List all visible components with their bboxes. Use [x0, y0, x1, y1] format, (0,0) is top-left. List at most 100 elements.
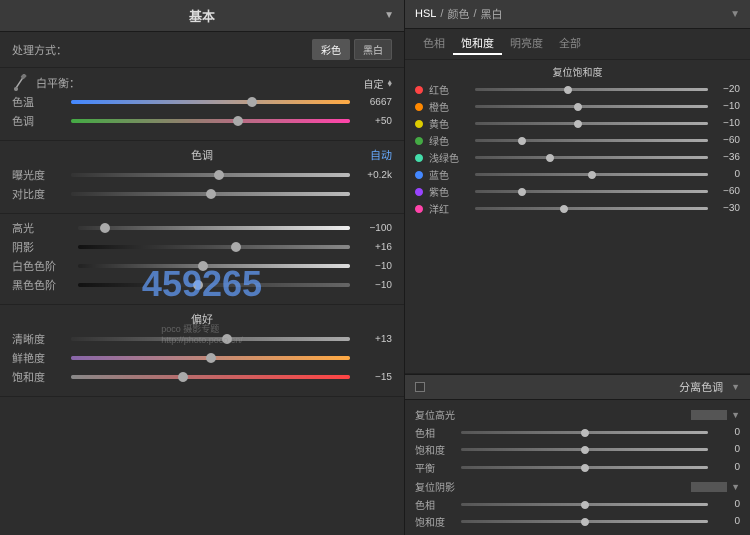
shadows-reset-btn[interactable]	[691, 482, 727, 492]
slider-row: 鲜艳度	[12, 350, 392, 366]
hsl-track[interactable]	[475, 122, 708, 125]
slider-track[interactable]	[78, 264, 350, 268]
hsl-thumb[interactable]	[560, 205, 568, 213]
eyedropper-icon[interactable]	[12, 74, 30, 92]
split-thumb[interactable]	[581, 446, 589, 454]
slider-track[interactable]	[71, 337, 350, 341]
slider-thumb[interactable]	[198, 261, 208, 271]
slider-thumb[interactable]	[214, 170, 224, 180]
sep1: /	[440, 8, 443, 20]
hsl-track[interactable]	[475, 139, 708, 142]
hsl-track[interactable]	[475, 105, 708, 108]
hsl-tab-row: 色相饱和度明亮度全部	[405, 29, 750, 60]
slider-label: 对比度	[12, 186, 67, 202]
split-slider-label: 饱和度	[415, 442, 457, 457]
left-panel: 基本 ▼ 459265 poco 摄影专题 http://photo.poco.…	[0, 0, 405, 535]
split-value: 0	[712, 499, 740, 510]
slider-thumb[interactable]	[178, 372, 188, 382]
balance-track[interactable]	[461, 466, 708, 469]
slider-thumb[interactable]	[206, 353, 216, 363]
pref-title: 偏好	[191, 311, 213, 327]
slider-track[interactable]	[71, 375, 350, 379]
shadows-arrow[interactable]: ▼	[731, 482, 740, 492]
slider-track[interactable]	[71, 356, 350, 360]
hsl-thumb[interactable]	[574, 120, 582, 128]
slider-track[interactable]	[71, 100, 350, 104]
hsl-slider-row: 蓝色 0	[415, 167, 740, 182]
split-thumb[interactable]	[581, 429, 589, 437]
hsl-thumb[interactable]	[518, 188, 526, 196]
left-panel-title: 基本	[189, 6, 215, 25]
hsl-label[interactable]: HSL	[415, 8, 436, 20]
slider-thumb[interactable]	[193, 280, 203, 290]
hsl-value: −60	[712, 186, 740, 197]
slider-row: 清晰度 +13	[12, 331, 392, 347]
slider-row: 白色色阶 −10	[12, 258, 392, 274]
bw-label[interactable]: 黑白	[481, 6, 503, 22]
hsl-track[interactable]	[475, 156, 708, 159]
slider-track[interactable]	[78, 283, 350, 287]
slider-track[interactable]	[78, 226, 350, 230]
split-tone-header: 分离色调 ▼	[405, 374, 750, 400]
hsl-header: HSL / 颜色 / 黑白 ▼	[405, 0, 750, 29]
slider-thumb[interactable]	[100, 223, 110, 233]
color-dot	[415, 205, 423, 213]
wb-arrow[interactable]: ⬧	[388, 78, 393, 89]
hsl-thumb[interactable]	[564, 86, 572, 94]
color-label[interactable]: 颜色	[447, 6, 469, 22]
shadows-row: 复位阴影 ▼	[415, 479, 740, 494]
tab-item[interactable]: 色相	[415, 33, 453, 55]
balance-thumb[interactable]	[581, 464, 589, 472]
slider-thumb[interactable]	[231, 242, 241, 252]
auto-button[interactable]: 自动	[370, 147, 392, 163]
hsl-thumb[interactable]	[518, 137, 526, 145]
bw-mode-button[interactable]: 黑白	[354, 39, 392, 60]
slider-thumb[interactable]	[222, 334, 232, 344]
hsl-thumb[interactable]	[574, 103, 582, 111]
tab-item[interactable]: 全部	[551, 33, 589, 55]
split-track[interactable]	[461, 431, 708, 434]
slider-track[interactable]	[78, 245, 350, 249]
hsl-track[interactable]	[475, 190, 708, 193]
slider-thumb[interactable]	[206, 189, 216, 199]
slider-row: 对比度	[12, 186, 392, 202]
tab-item[interactable]: 明亮度	[502, 33, 551, 55]
slider-track[interactable]	[71, 119, 350, 123]
hsl-slider-label: 橙色	[429, 99, 471, 114]
right-header-arrow[interactable]: ▼	[730, 9, 740, 20]
slider-value: −100	[354, 223, 392, 234]
left-panel-arrow[interactable]: ▼	[384, 10, 394, 21]
split-thumb[interactable]	[581, 501, 589, 509]
highlights-reset-btn[interactable]	[691, 410, 727, 420]
split-tone-toggle[interactable]	[415, 382, 425, 392]
slider-track[interactable]	[71, 173, 350, 177]
hsl-track[interactable]	[475, 88, 708, 91]
hsl-value: −20	[712, 84, 740, 95]
hsl-slider-row: 黄色 −10	[415, 116, 740, 131]
slider-value: −15	[354, 372, 392, 383]
split-track[interactable]	[461, 520, 708, 523]
hsl-thumb[interactable]	[588, 171, 596, 179]
split-thumb[interactable]	[581, 518, 589, 526]
hsl-thumb[interactable]	[546, 154, 554, 162]
slider-row: 高光 −100	[12, 220, 392, 236]
hsl-track[interactable]	[475, 173, 708, 176]
sep2: /	[473, 8, 476, 20]
highlights-arrow[interactable]: ▼	[731, 410, 740, 420]
highlights-reset-label: 复位高光	[415, 407, 455, 422]
balance-value: 0	[712, 462, 740, 473]
color-dot	[415, 120, 423, 128]
hsl-sliders-group: 红色 −20 橙色 −10 黄色 −10 绿色	[415, 82, 740, 216]
slider-thumb[interactable]	[247, 97, 257, 107]
split-track[interactable]	[461, 448, 708, 451]
split-tone-arrow[interactable]: ▼	[731, 382, 740, 392]
slider-thumb[interactable]	[233, 116, 243, 126]
slider-track[interactable]	[71, 192, 350, 196]
split-slider-label: 色相	[415, 497, 457, 512]
split-track[interactable]	[461, 503, 708, 506]
hsl-section-title: 复位饱和度	[415, 64, 740, 79]
color-mode-button[interactable]: 彩色	[312, 39, 350, 60]
processing-label: 处理方式：	[12, 42, 308, 58]
tab-item[interactable]: 饱和度	[453, 33, 502, 55]
hsl-track[interactable]	[475, 207, 708, 210]
